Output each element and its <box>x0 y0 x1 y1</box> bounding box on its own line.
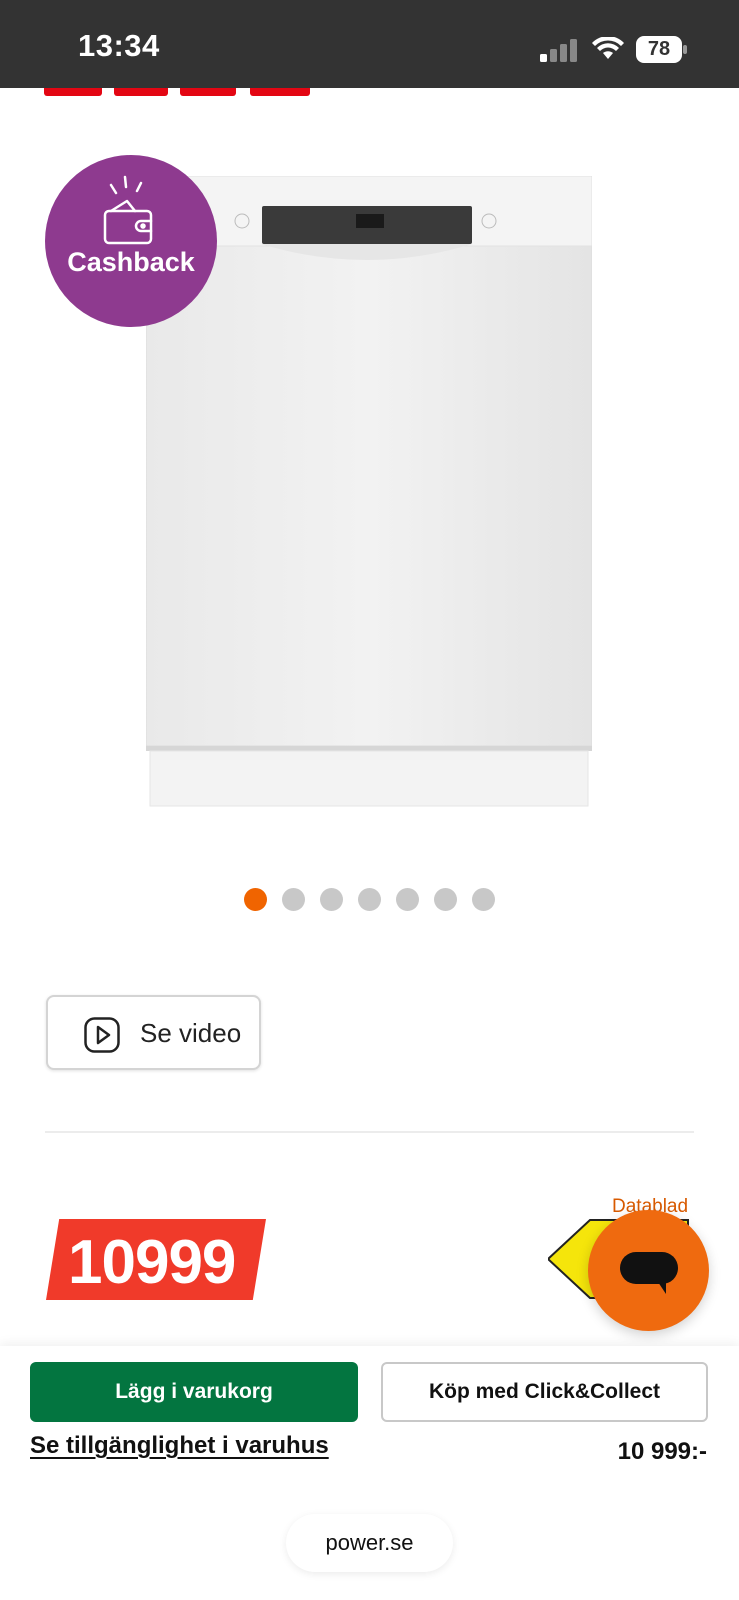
carousel-dot[interactable] <box>472 888 495 911</box>
store-availability-link[interactable]: Se tillgänglighet i varuhus <box>30 1432 329 1460</box>
price-tag-value: 10999 <box>68 1228 236 1297</box>
see-video-label: Se video <box>140 1018 242 1048</box>
carousel-dot[interactable] <box>358 888 381 911</box>
status-bar: 13:34 78 <box>0 0 739 88</box>
see-video-button[interactable]: Se video <box>46 995 261 1070</box>
status-time: 13:34 <box>78 28 160 63</box>
cashback-label: Cashback <box>67 247 195 277</box>
divider <box>45 1131 694 1133</box>
cellular-signal-icon <box>540 39 577 62</box>
add-to-cart-button[interactable]: Lägg i varukorg <box>30 1362 358 1422</box>
carousel-dot[interactable] <box>244 888 267 911</box>
chat-bubble-icon <box>620 1252 678 1294</box>
bottom-price: 10 999:- <box>617 1438 707 1465</box>
price-tag: 10999 <box>46 1219 266 1300</box>
wifi-icon <box>592 37 624 59</box>
cashback-badge: Cashback <box>45 155 217 327</box>
wallet-icon <box>103 175 153 245</box>
chat-button[interactable] <box>588 1210 709 1331</box>
battery-icon: 78 <box>636 36 688 63</box>
carousel-dot[interactable] <box>282 888 305 911</box>
image-carousel-dots <box>244 888 495 912</box>
carousel-dot[interactable] <box>320 888 343 911</box>
carousel-dot[interactable] <box>396 888 419 911</box>
carousel-dot[interactable] <box>434 888 457 911</box>
play-icon <box>84 1017 120 1053</box>
browser-url-bar[interactable]: power.se <box>286 1514 453 1572</box>
brand-logo-fragment <box>44 88 310 98</box>
battery-level: 78 <box>647 38 671 60</box>
click-and-collect-button[interactable]: Köp med Click&Collect <box>381 1362 708 1422</box>
